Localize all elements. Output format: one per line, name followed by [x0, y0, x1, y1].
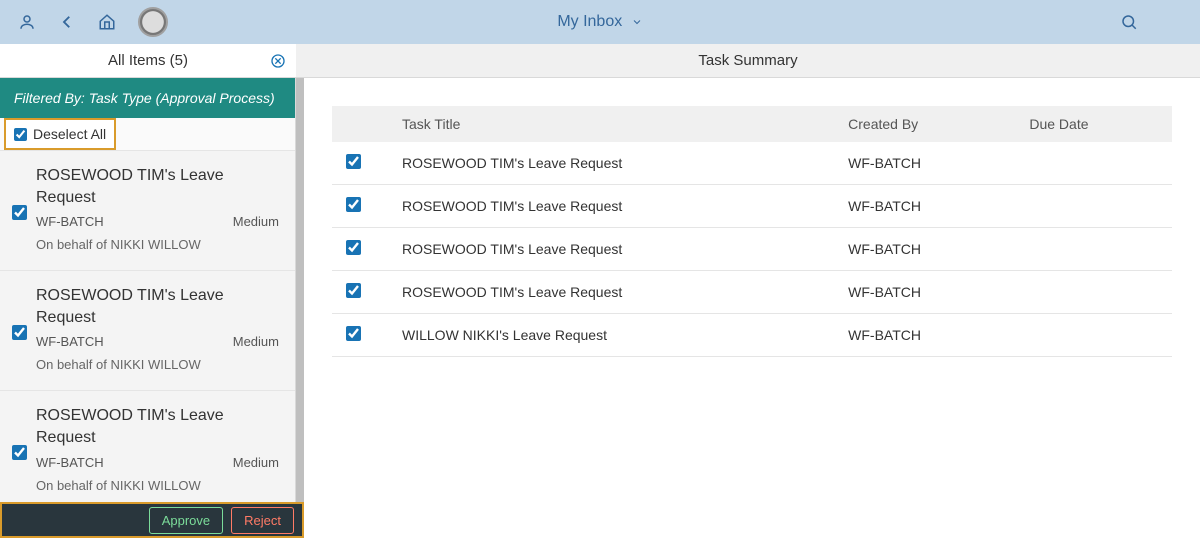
filter-bar: Filtered By: Task Type (Approval Process…	[0, 78, 295, 118]
app-logo-icon	[138, 7, 168, 37]
table-row[interactable]: ROSEWOOD TIM's Leave RequestWF-BATCH	[332, 228, 1172, 271]
shell-bar: My Inbox	[0, 0, 1200, 44]
row-title: WILLOW NIKKI's Leave Request	[388, 314, 834, 357]
scrollbar[interactable]	[296, 78, 304, 538]
deselect-all[interactable]: Deselect All	[4, 118, 116, 150]
row-title: ROSEWOOD TIM's Leave Request	[388, 142, 834, 185]
summary-table: Task Title Created By Due Date ROSEWOOD …	[332, 106, 1172, 357]
row-checkbox[interactable]	[346, 326, 361, 341]
back-icon[interactable]	[58, 13, 76, 31]
list-item-creator: WF-BATCH	[36, 334, 104, 349]
row-checkbox[interactable]	[346, 197, 361, 212]
detail-title: Task Summary	[698, 52, 797, 69]
row-checkbox[interactable]	[346, 240, 361, 255]
list-item-priority: Medium	[233, 334, 279, 349]
row-duedate	[1015, 314, 1172, 357]
row-title: ROSEWOOD TIM's Leave Request	[388, 271, 834, 314]
list-item[interactable]: ROSEWOOD TIM's Leave Request WF-BATCH Me…	[0, 391, 295, 511]
list-item[interactable]: ROSEWOOD TIM's Leave Request WF-BATCH Me…	[0, 151, 295, 271]
detail-header: Task Summary	[296, 44, 1200, 77]
row-createdby: WF-BATCH	[834, 228, 1015, 271]
col-duedate: Due Date	[1015, 106, 1172, 142]
list-item-title: ROSEWOOD TIM's Leave Request	[36, 405, 279, 448]
list-item-priority: Medium	[233, 455, 279, 470]
list-item-behalf: On behalf of NIKKI WILLOW	[36, 237, 279, 252]
search-icon[interactable]	[1120, 13, 1138, 31]
list-item-checkbox[interactable]	[12, 205, 27, 220]
action-footer: Approve Reject	[0, 502, 304, 538]
row-title: ROSEWOOD TIM's Leave Request	[388, 228, 834, 271]
row-duedate	[1015, 185, 1172, 228]
shell-title-button[interactable]: My Inbox	[557, 13, 642, 30]
table-row[interactable]: ROSEWOOD TIM's Leave RequestWF-BATCH	[332, 185, 1172, 228]
shell-left	[18, 7, 168, 37]
table-row[interactable]: ROSEWOOD TIM's Leave RequestWF-BATCH	[332, 271, 1172, 314]
row-checkbox[interactable]	[346, 283, 361, 298]
deselect-all-checkbox[interactable]	[14, 128, 27, 141]
row-createdby: WF-BATCH	[834, 271, 1015, 314]
approve-button[interactable]: Approve	[149, 507, 223, 534]
deselect-all-label: Deselect All	[33, 126, 106, 142]
list-item[interactable]: ROSEWOOD TIM's Leave Request WF-BATCH Me…	[0, 271, 295, 391]
table-row[interactable]: ROSEWOOD TIM's Leave RequestWF-BATCH	[332, 142, 1172, 185]
col-createdby: Created By	[834, 106, 1015, 142]
row-duedate	[1015, 271, 1172, 314]
detail-column: Task Title Created By Due Date ROSEWOOD …	[304, 78, 1200, 538]
list-item-creator: WF-BATCH	[36, 214, 104, 229]
list-item-behalf: On behalf of NIKKI WILLOW	[36, 478, 279, 493]
row-duedate	[1015, 228, 1172, 271]
master-header: All Items (5)	[0, 44, 296, 77]
chevron-down-icon	[631, 16, 643, 28]
reject-button[interactable]: Reject	[231, 507, 294, 534]
sub-header: All Items (5) Task Summary	[0, 44, 1200, 78]
main-area: Filtered By: Task Type (Approval Process…	[0, 78, 1200, 538]
master-title: All Items (5)	[108, 52, 188, 69]
row-createdby: WF-BATCH	[834, 142, 1015, 185]
table-row[interactable]: WILLOW NIKKI's Leave RequestWF-BATCH	[332, 314, 1172, 357]
row-createdby: WF-BATCH	[834, 314, 1015, 357]
list-item-behalf: On behalf of NIKKI WILLOW	[36, 357, 279, 372]
row-duedate	[1015, 142, 1172, 185]
user-icon[interactable]	[18, 13, 36, 31]
list-item-checkbox[interactable]	[12, 325, 27, 340]
row-createdby: WF-BATCH	[834, 185, 1015, 228]
list-item-title: ROSEWOOD TIM's Leave Request	[36, 285, 279, 328]
shell-title: My Inbox	[0, 13, 1200, 31]
filter-text: Filtered By: Task Type (Approval Process…	[14, 90, 275, 106]
master-column: Filtered By: Task Type (Approval Process…	[0, 78, 296, 538]
row-checkbox[interactable]	[346, 154, 361, 169]
row-title: ROSEWOOD TIM's Leave Request	[388, 185, 834, 228]
col-title: Task Title	[388, 106, 834, 142]
list-item-checkbox[interactable]	[12, 445, 27, 460]
close-icon[interactable]	[270, 53, 286, 69]
list-item-priority: Medium	[233, 214, 279, 229]
list-item-creator: WF-BATCH	[36, 455, 104, 470]
list-item-title: ROSEWOOD TIM's Leave Request	[36, 165, 279, 208]
task-list: ROSEWOOD TIM's Leave Request WF-BATCH Me…	[0, 150, 295, 538]
col-checkbox	[332, 106, 388, 142]
home-icon[interactable]	[98, 13, 116, 31]
